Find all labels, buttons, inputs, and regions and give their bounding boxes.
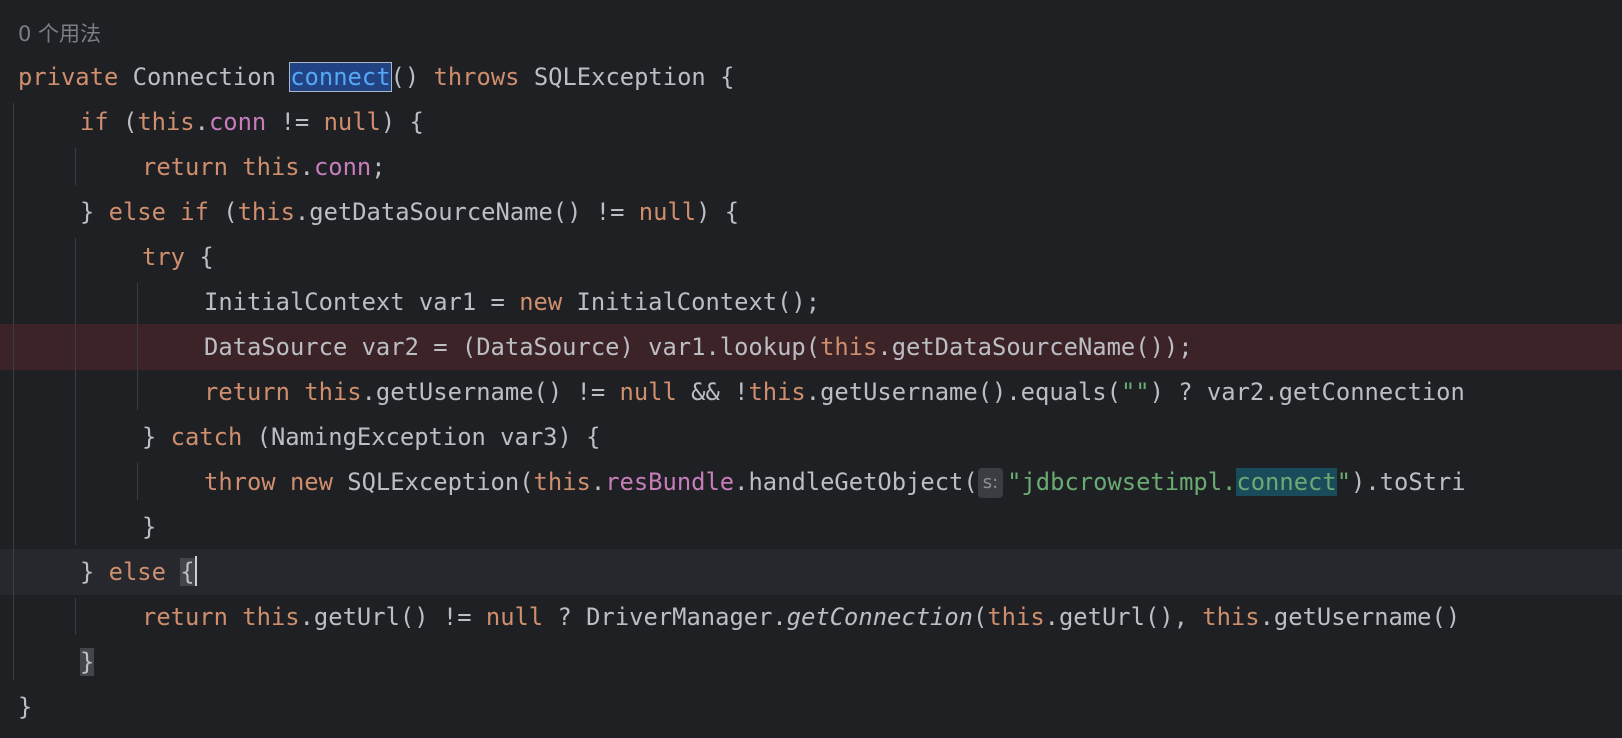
code-token: && !: [676, 378, 749, 406]
code-token: .: [194, 108, 209, 136]
code-token: .getUsername().equals(: [805, 378, 1121, 406]
code-token: ? DriverManager.: [543, 603, 787, 631]
code-token: this: [304, 378, 362, 406]
code-token: this: [137, 108, 195, 136]
code-token: (: [122, 108, 138, 136]
code-token: this: [237, 198, 295, 226]
code-token: this: [1202, 603, 1260, 631]
code-token: throw: [204, 468, 290, 496]
code-token: "": [1120, 378, 1150, 406]
code-line[interactable]: return this.getUsername() != null && !th…: [0, 369, 1622, 415]
code-token: SQLException {: [533, 63, 735, 91]
indent-guide: [75, 148, 76, 185]
indent-guide: [13, 103, 14, 680]
code-token: InitialContext();: [576, 288, 821, 316]
code-token: (: [223, 198, 238, 226]
code-token: return: [204, 378, 305, 406]
code-token: return: [142, 153, 243, 181]
code-token: }: [80, 648, 95, 676]
code-token: private: [18, 63, 133, 91]
code-token: }: [80, 198, 109, 226]
code-token: (NamingException var3) {: [256, 423, 601, 451]
code-token: }: [18, 693, 33, 721]
code-token: return: [142, 603, 243, 631]
code-token: ;: [371, 153, 386, 181]
code-token: }: [142, 423, 171, 451]
code-token: if: [80, 108, 123, 136]
code-token: this: [820, 333, 878, 361]
code-token: ) ? var2.getConnection: [1149, 378, 1465, 406]
code-line[interactable]: try {: [0, 234, 1622, 280]
usage-count-hint[interactable]: 0 个用法: [18, 18, 101, 50]
code-line[interactable]: } else if (this.getDataSourceName() != n…: [0, 189, 1622, 235]
code-token: new: [519, 288, 577, 316]
code-token: ) {: [380, 108, 424, 136]
code-line[interactable]: throw new SQLException(this.resBundle.ha…: [0, 459, 1622, 505]
code-token: .getUsername(): [1259, 603, 1461, 631]
indent-guide: [137, 463, 138, 500]
indent-guide: [75, 598, 76, 635]
indent-guide: [137, 283, 138, 410]
code-token: this: [242, 603, 300, 631]
code-token: .handleGetObject(: [734, 468, 978, 496]
code-token: else: [108, 558, 181, 586]
code-token: null: [638, 198, 697, 226]
code-token: .: [590, 468, 606, 496]
indent-guide: [75, 238, 76, 545]
code-token: .getUsername() !=: [361, 378, 620, 406]
code-line[interactable]: }: [0, 639, 1622, 685]
code-line[interactable]: InitialContext var1 = new InitialContext…: [0, 279, 1622, 325]
text-caret: [194, 556, 197, 586]
code-token: .getUrl() !=: [299, 603, 486, 631]
code-token: getConnection: [786, 603, 974, 631]
code-token: ) {: [696, 198, 740, 226]
code-token: resBundle: [605, 468, 735, 496]
code-token: this: [987, 603, 1045, 631]
code-token: this: [533, 468, 591, 496]
code-token: this: [242, 153, 300, 181]
code-token: !=: [266, 108, 324, 136]
code-token: null: [323, 108, 381, 136]
code-token: conn: [313, 153, 372, 181]
code-token: .getDataSourceName());: [877, 333, 1193, 361]
code-token: "jdbcrowsetimpl.: [1007, 468, 1237, 496]
code-token: (): [390, 63, 434, 91]
code-token: catch: [170, 423, 257, 451]
code-token: connect: [1236, 468, 1337, 496]
code-token: null: [619, 378, 677, 406]
code-token: {: [199, 243, 214, 271]
code-token: .getUrl(),: [1044, 603, 1203, 631]
code-token: this: [748, 378, 806, 406]
code-token: conn: [208, 108, 267, 136]
code-line[interactable]: } else {: [0, 549, 1622, 595]
code-line[interactable]: private Connection connect() throws SQLE…: [0, 54, 1622, 100]
code-token: SQLException(: [347, 468, 534, 496]
code-token: }: [80, 558, 109, 586]
code-line[interactable]: return this.conn;: [0, 144, 1622, 190]
code-editor[interactable]: 0 个用法 private Connection connect() throw…: [0, 0, 1622, 738]
code-line[interactable]: }: [0, 684, 1622, 730]
code-token: .: [299, 153, 314, 181]
code-line[interactable]: DataSource var2 = (DataSource) var1.look…: [0, 324, 1622, 370]
parameter-name-hint: s:: [977, 468, 1004, 498]
code-token: (: [973, 603, 988, 631]
code-line[interactable]: } catch (NamingException var3) {: [0, 414, 1622, 460]
code-line[interactable]: if (this.conn != null) {: [0, 99, 1622, 145]
code-token: Connection: [132, 63, 291, 91]
code-token: .getDataSourceName() !=: [294, 198, 639, 226]
code-token: new: [289, 468, 348, 496]
code-token: else if: [108, 198, 224, 226]
code-token: connect: [289, 62, 392, 92]
code-token: ).toStri: [1351, 468, 1466, 496]
code-token: }: [142, 513, 157, 541]
code-token: null: [485, 603, 544, 631]
code-token: DataSource var2 = (DataSource) var1.look…: [204, 333, 821, 361]
code-token: ": [1336, 468, 1352, 496]
code-token: {: [180, 558, 195, 586]
code-token: throws: [433, 63, 534, 91]
code-token: InitialContext var1 =: [204, 288, 520, 316]
code-token: try: [142, 243, 200, 271]
code-line[interactable]: }: [0, 504, 1622, 550]
code-line[interactable]: return this.getUrl() != null ? DriverMan…: [0, 594, 1622, 640]
